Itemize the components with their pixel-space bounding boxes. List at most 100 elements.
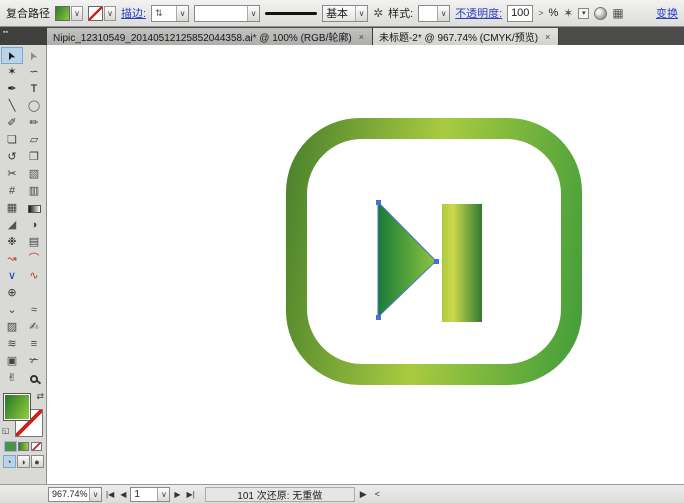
style-label: 样式: bbox=[388, 8, 414, 20]
gradient-button[interactable] bbox=[17, 442, 29, 451]
paintbrush-tool[interactable]: ✐ bbox=[1, 115, 23, 132]
width-profile-dropdown-icon[interactable]: ∨ bbox=[247, 5, 260, 21]
stroke-weight-combo[interactable]: ⇅ ∨ bbox=[151, 4, 190, 22]
selection-marquee-tool[interactable]: ▧ bbox=[23, 166, 45, 183]
artboard-dropdown-icon[interactable]: ∨ bbox=[157, 487, 170, 501]
last-artboard-button[interactable]: ▶| bbox=[185, 490, 197, 499]
hand-tool[interactable]: ✌ bbox=[1, 370, 23, 387]
zoom-level-combo[interactable]: 967.74% ∨ bbox=[48, 486, 102, 502]
recolor-artwork-icon[interactable] bbox=[594, 6, 608, 20]
stroke-dropdown-icon[interactable]: ∨ bbox=[104, 5, 116, 21]
anchor-point-top[interactable] bbox=[376, 200, 381, 205]
artboards-tool[interactable]: ❐ bbox=[23, 149, 45, 166]
document-tab-1-close-icon[interactable]: × bbox=[357, 31, 366, 43]
blend-tool[interactable]: ◑ bbox=[23, 217, 45, 234]
ribbon-tool[interactable]: ≈ bbox=[23, 302, 45, 319]
wave-tool[interactable]: ∿ bbox=[23, 268, 45, 285]
line-segment-tool[interactable]: ╲ bbox=[1, 98, 23, 115]
target-tool[interactable]: ⊕ bbox=[1, 285, 23, 302]
symbol-sprayer-tool[interactable]: ❉ bbox=[1, 234, 23, 251]
screen-mode-fullscreen-menu-icon[interactable]: ◑ bbox=[16, 455, 30, 468]
brush-definition-label: 基本 bbox=[326, 8, 349, 20]
knife-tool[interactable]: ✃ bbox=[23, 353, 45, 370]
ellipse-tool[interactable]: ◯ bbox=[23, 98, 45, 115]
stroke-weight-stepper-icon[interactable]: ⇅ bbox=[155, 8, 163, 19]
style-dropdown-icon[interactable]: ∨ bbox=[437, 5, 450, 21]
eraser-tool[interactable]: ▱ bbox=[23, 132, 45, 149]
flip-page-tool[interactable]: ❏ bbox=[1, 132, 23, 149]
first-artboard-button[interactable]: |◀ bbox=[104, 490, 116, 499]
document-tab-2[interactable]: 未标题-2* @ 967.74% (CMYK/预览) × bbox=[372, 28, 560, 45]
stroke-weight-dropdown-icon[interactable]: ∨ bbox=[176, 5, 189, 21]
eyedropper-tool[interactable]: ◢ bbox=[1, 217, 23, 234]
color-button[interactable] bbox=[3, 441, 17, 452]
none-button[interactable] bbox=[30, 442, 42, 451]
anchor-point-bottom[interactable] bbox=[376, 315, 381, 320]
direct-selection-tool[interactable]: ➤ bbox=[23, 47, 45, 64]
polyline-tool[interactable]: ∨ bbox=[1, 268, 23, 285]
screen-mode-normal-icon[interactable]: ◔ bbox=[2, 455, 16, 468]
zoom-tool[interactable] bbox=[23, 370, 45, 387]
select-similar-dropdown-icon[interactable]: ▾ bbox=[578, 7, 590, 19]
brush-definition-combo[interactable]: 基本 ∨ bbox=[322, 4, 369, 22]
artboard-number-combo[interactable]: 1 ∨ bbox=[130, 486, 171, 502]
selection-tool[interactable]: ➤ bbox=[1, 47, 23, 64]
fill-dropdown-icon[interactable]: ∨ bbox=[71, 5, 83, 21]
stroke-none-swatch-icon[interactable] bbox=[88, 5, 103, 21]
squiggle-tool[interactable]: ≋ bbox=[1, 336, 23, 353]
mesh-tool[interactable]: ▦ bbox=[1, 200, 23, 217]
brush-dropdown-icon[interactable]: ∨ bbox=[355, 5, 368, 21]
prev-artboard-button[interactable]: ◀ bbox=[118, 490, 128, 499]
pause-bar-shape[interactable] bbox=[442, 204, 482, 322]
document-tab-2-close-icon[interactable]: × bbox=[543, 31, 552, 43]
artboard-canvas[interactable] bbox=[47, 45, 684, 484]
zoom-dropdown-icon[interactable]: ∨ bbox=[89, 487, 101, 501]
column-graph-tool[interactable]: ▤ bbox=[23, 234, 45, 251]
opacity-panel-link[interactable]: 不透明度: bbox=[455, 5, 502, 21]
pencil-tool[interactable]: ✏ bbox=[23, 115, 45, 132]
annotate-tool[interactable]: ✍ bbox=[23, 319, 45, 336]
arc-tool[interactable]: ⌒ bbox=[23, 251, 45, 268]
stroke-panel-link[interactable]: 描边: bbox=[121, 5, 146, 21]
rotate-tool[interactable]: ↺ bbox=[1, 149, 23, 166]
opacity-stepper-icon[interactable]: > bbox=[538, 8, 543, 18]
fill-swatch-icon[interactable] bbox=[55, 5, 70, 21]
frame-tool[interactable]: ▣ bbox=[1, 353, 23, 370]
pen-tool[interactable]: ✒ bbox=[1, 81, 23, 98]
width-profile-combo[interactable]: ∨ bbox=[194, 4, 261, 22]
type-tool[interactable]: T bbox=[23, 81, 45, 98]
building-graph-tool[interactable]: ▥ bbox=[23, 183, 45, 200]
style-combo[interactable]: ∨ bbox=[418, 4, 451, 22]
stroke-color-control[interactable]: ∨ bbox=[88, 5, 116, 21]
lasso-tool[interactable]: ∽ bbox=[23, 64, 45, 81]
illustrator-window: 复合路径 ∨ ∨ 描边: ⇅ ∨ ∨ 基本 ∨ ✲ 样式: ∨ 不透明度: 10… bbox=[0, 0, 684, 503]
warp-tool[interactable]: ⌄ bbox=[1, 302, 23, 319]
opacity-value-field[interactable]: 100 bbox=[507, 4, 534, 22]
screen-mode-fullscreen-icon[interactable]: ● bbox=[30, 455, 44, 468]
lines-tool[interactable]: ≡ bbox=[23, 336, 45, 353]
document-tab-1[interactable]: Nipic_12310549_20140512125852044358.ai* … bbox=[47, 28, 373, 45]
brush-stroke-preview bbox=[265, 11, 318, 15]
fill-color-control[interactable]: ∨ bbox=[55, 5, 83, 21]
warp-arrow-tool[interactable]: ↝ bbox=[1, 251, 23, 268]
play-triangle-shape[interactable] bbox=[373, 197, 441, 323]
scissors-tool[interactable]: ✂ bbox=[1, 166, 23, 183]
align-options-icon[interactable]: ▦ bbox=[612, 6, 623, 20]
transform-panel-link[interactable]: 变换 bbox=[656, 5, 678, 21]
gradient-tool[interactable] bbox=[23, 200, 45, 217]
status-handle-icon[interactable]: < bbox=[372, 489, 383, 499]
document-tab-bar: ▪▪ Nipic_12310549_20140512125852044358.a… bbox=[0, 27, 684, 45]
status-display[interactable]: 101 次还原: 无重做 bbox=[204, 486, 355, 502]
default-fill-stroke-icon[interactable]: ◱ bbox=[2, 426, 10, 435]
chart-tool[interactable]: ▨ bbox=[1, 319, 23, 336]
swap-fill-stroke-icon[interactable]: ⇄ bbox=[36, 391, 44, 402]
magic-wand-tool[interactable]: ✶ bbox=[1, 64, 23, 81]
select-similar-icon[interactable]: ✶ bbox=[563, 6, 573, 20]
fill-indicator-gradient[interactable] bbox=[3, 393, 31, 421]
brush-options-icon[interactable]: ✲ bbox=[373, 6, 383, 20]
status-flyout-icon[interactable]: ▶ bbox=[357, 489, 370, 500]
perspective-tool[interactable]: # bbox=[1, 183, 23, 200]
tool-grid: ➤ ➤ ✶ ∽ ✒ T ╲ ◯ ✐ ✏ ❏ ▱ ↺ ❐ ✂ ▧ # ▥ ▦ ◢ … bbox=[0, 47, 46, 387]
anchor-point-tip[interactable] bbox=[434, 259, 439, 264]
next-artboard-button[interactable]: ▶ bbox=[172, 490, 182, 499]
